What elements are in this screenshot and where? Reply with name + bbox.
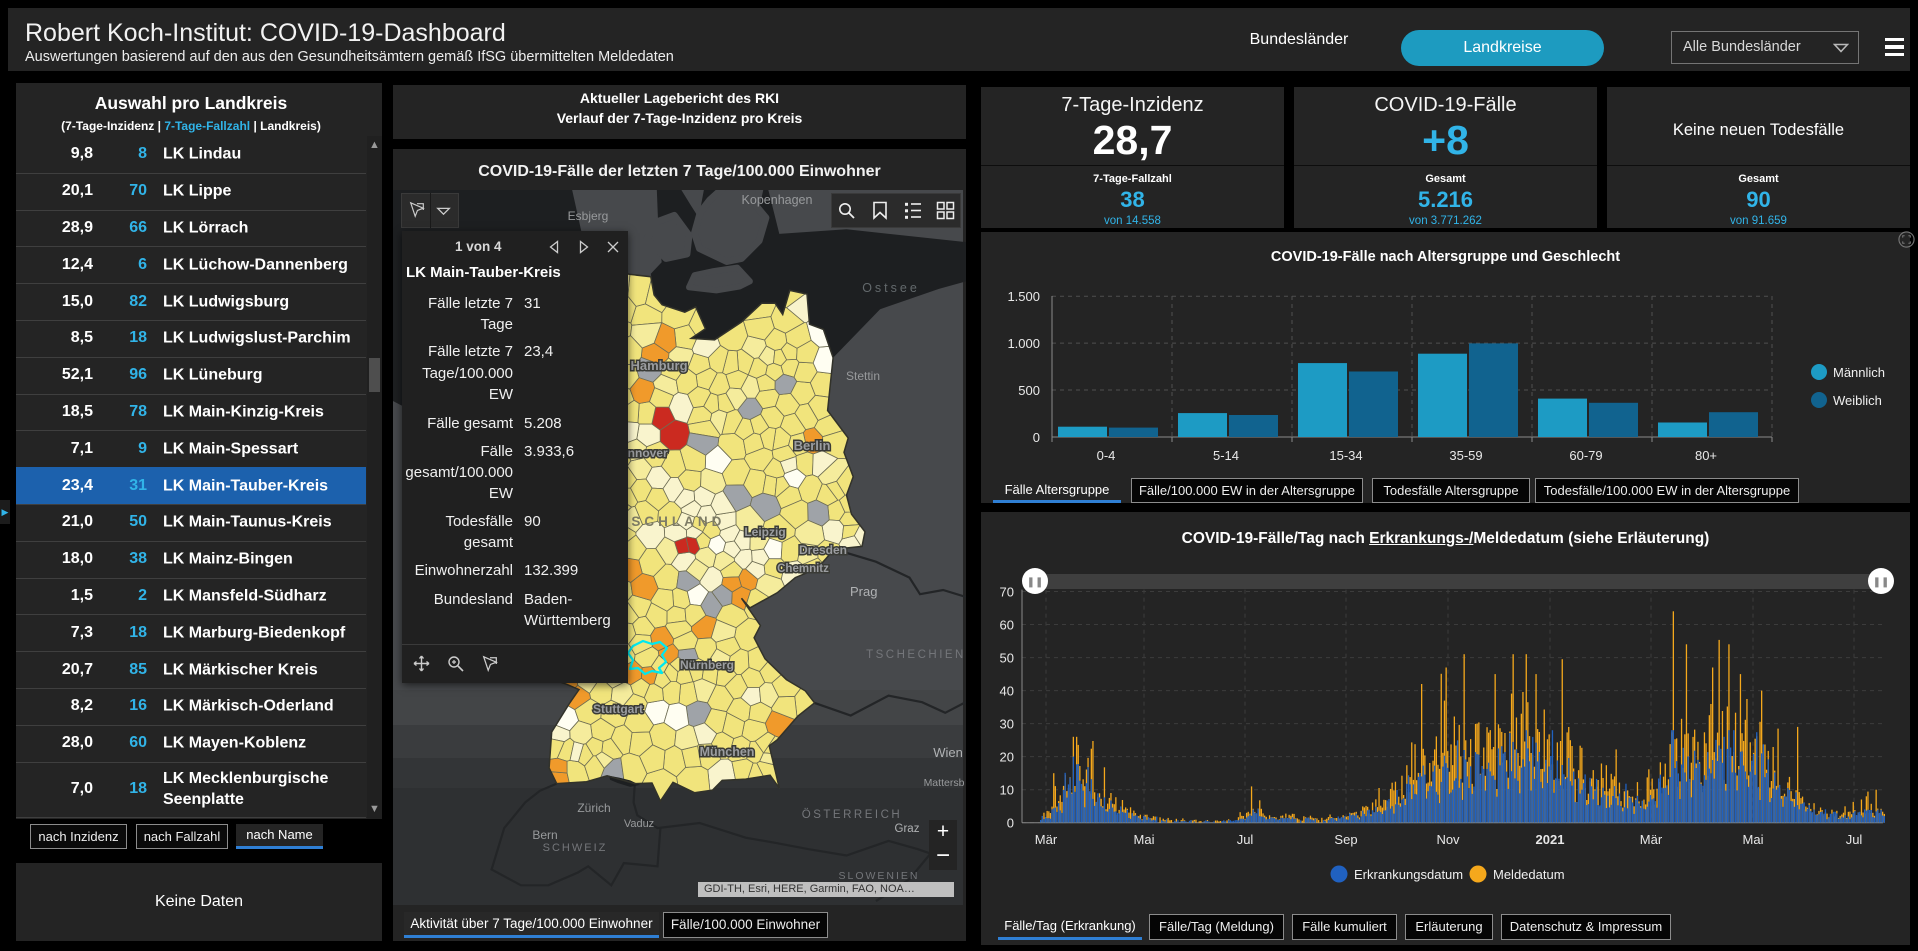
svg-text:1.000: 1.000 xyxy=(1007,336,1040,351)
svg-text:Nürnberg: Nürnberg xyxy=(680,658,734,672)
svg-text:Stuttgart: Stuttgart xyxy=(593,702,643,716)
svg-text:TSCHECHIEN: TSCHECHIEN xyxy=(866,649,966,661)
svg-text:❚❚: ❚❚ xyxy=(1027,577,1044,588)
svg-text:Wien: Wien xyxy=(933,745,963,760)
svg-text:SLOWENIEN: SLOWENIEN xyxy=(838,870,919,882)
svg-text:Ostsee: Ostsee xyxy=(862,281,920,295)
svg-text:60-79: 60-79 xyxy=(1569,448,1602,463)
svg-text:Kopenhagen: Kopenhagen xyxy=(742,193,813,207)
svg-text:Mai: Mai xyxy=(1134,832,1155,847)
svg-text:50: 50 xyxy=(1000,651,1014,666)
svg-text:40: 40 xyxy=(1000,684,1014,699)
svg-text:Leipzig: Leipzig xyxy=(744,525,785,539)
svg-text:60: 60 xyxy=(1000,618,1014,633)
svg-text:35-59: 35-59 xyxy=(1449,448,1482,463)
svg-text:Prag: Prag xyxy=(850,584,877,599)
svg-text:70: 70 xyxy=(1000,585,1014,600)
svg-text:Sep: Sep xyxy=(1334,832,1357,847)
svg-text:Jul: Jul xyxy=(1846,832,1863,847)
svg-text:Männlich: Männlich xyxy=(1833,365,1885,380)
svg-text:Esbjerg: Esbjerg xyxy=(568,209,609,223)
svg-text:10: 10 xyxy=(1000,783,1014,798)
svg-text:Jul: Jul xyxy=(1237,832,1254,847)
svg-text:5-14: 5-14 xyxy=(1213,448,1239,463)
svg-text:Chemnitz: Chemnitz xyxy=(777,563,829,575)
svg-text:20: 20 xyxy=(1000,750,1014,765)
svg-text:0: 0 xyxy=(1033,430,1040,445)
svg-text:2021: 2021 xyxy=(1536,832,1565,847)
svg-text:30: 30 xyxy=(1000,717,1014,732)
svg-text:Meldedatum: Meldedatum xyxy=(1493,867,1565,882)
svg-text:Bern: Bern xyxy=(532,828,557,842)
svg-text:Hamburg: Hamburg xyxy=(630,358,687,373)
svg-text:Berlin: Berlin xyxy=(794,438,831,453)
svg-text:München: München xyxy=(700,745,755,759)
svg-text:Weiblich: Weiblich xyxy=(1833,393,1882,408)
svg-text:Stettin: Stettin xyxy=(846,369,880,383)
svg-text:Erkrankungsdatum: Erkrankungsdatum xyxy=(1354,867,1463,882)
svg-text:Graz: Graz xyxy=(895,823,920,835)
svg-text:80+: 80+ xyxy=(1695,448,1717,463)
svg-text:0: 0 xyxy=(1007,816,1014,831)
svg-text:SCHWEIZ: SCHWEIZ xyxy=(543,842,608,854)
svg-text:0-4: 0-4 xyxy=(1097,448,1116,463)
svg-text:Dresden: Dresden xyxy=(799,543,847,557)
svg-text:ÖSTERREICH: ÖSTERREICH xyxy=(802,809,902,821)
svg-text:1.500: 1.500 xyxy=(1007,289,1040,304)
svg-text:Mär: Mär xyxy=(1640,832,1663,847)
svg-text:Nov: Nov xyxy=(1436,832,1460,847)
svg-text:Mattersb: Mattersb xyxy=(924,777,965,789)
svg-text:❚❚: ❚❚ xyxy=(1873,577,1890,588)
svg-text:Mär: Mär xyxy=(1035,832,1058,847)
svg-text:Vaduz: Vaduz xyxy=(624,818,654,830)
svg-text:500: 500 xyxy=(1018,383,1040,398)
svg-text:15-34: 15-34 xyxy=(1329,448,1362,463)
svg-text:Zürich: Zürich xyxy=(577,801,610,815)
svg-text:Mai: Mai xyxy=(1743,832,1764,847)
